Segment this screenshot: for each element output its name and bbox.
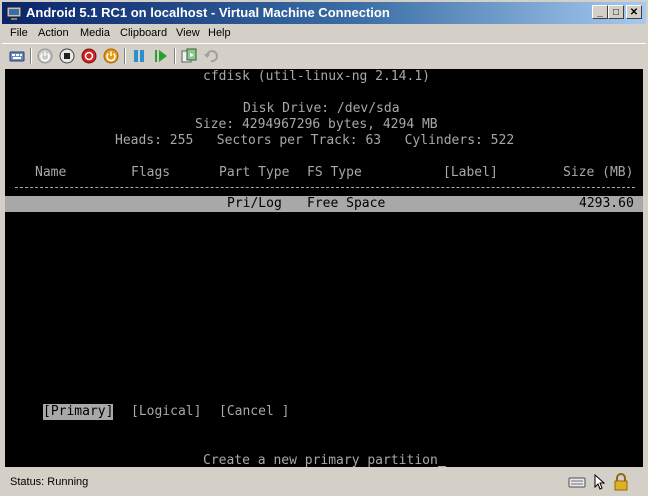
prompt-line: Create a new primary partition (203, 453, 446, 467)
keyboard-icon (568, 477, 586, 488)
column-header-size: Size (MB) (563, 165, 634, 180)
resume-icon (155, 50, 167, 62)
primary-option[interactable]: [Primary] (43, 404, 114, 420)
logical-option[interactable]: [Logical] (131, 404, 201, 420)
row-size: 4293.60 (579, 196, 634, 211)
prompt-text: Create a new primary partition (203, 453, 438, 467)
start-icon (37, 48, 53, 64)
shutdown-icon (81, 48, 97, 64)
start-button[interactable] (36, 47, 54, 65)
reset-icon (103, 48, 119, 64)
shutdown-button[interactable] (80, 47, 98, 65)
column-header-label: [Label] (443, 165, 498, 180)
column-header-part-type: Part Type (219, 165, 290, 180)
cancel-option[interactable]: [Cancel ] (219, 404, 289, 420)
resume-button[interactable] (152, 47, 170, 65)
close-button[interactable]: ✕ (626, 5, 642, 19)
vm-window: Android 5.1 RC1 on localhost - Virtual M… (0, 0, 648, 496)
partition-row[interactable]: Pri/Log Free Space 4293.60 (5, 196, 643, 212)
vm-console-screen[interactable]: cfdisk (util-linux-ng 2.14.1) Disk Drive… (5, 69, 643, 467)
program-title: cfdisk (util-linux-ng 2.14.1) (203, 69, 430, 84)
window-title: Android 5.1 RC1 on localhost - Virtual M… (26, 5, 390, 20)
status-bar: Status: Running (2, 470, 646, 494)
snapshot-button[interactable] (180, 47, 198, 65)
turn-off-icon (59, 48, 75, 64)
revert-icon (204, 50, 218, 63)
row-fs-type: Free Space (307, 196, 386, 211)
menu-bar: File Action Media Clipboard View Help (2, 24, 646, 42)
vm-connection-icon (6, 6, 22, 20)
snapshot-icon (181, 48, 197, 63)
title-bar[interactable]: Android 5.1 RC1 on localhost - Virtual M… (2, 2, 646, 24)
menu-file[interactable]: File (10, 26, 28, 40)
ctrl-alt-del-button[interactable] (8, 47, 26, 65)
menu-help[interactable]: Help (208, 26, 231, 40)
reset-button[interactable] (102, 47, 120, 65)
pause-button[interactable] (130, 47, 148, 65)
row-part-type: Pri/Log (227, 196, 282, 211)
menu-clipboard[interactable]: Clipboard (120, 26, 167, 40)
lock-icon (614, 473, 628, 491)
turn-off-button[interactable] (58, 47, 76, 65)
column-header-fs-type: FS Type (307, 165, 362, 180)
menu-media[interactable]: Media (80, 26, 110, 40)
text-cursor (437, 466, 446, 467)
header-separator (15, 187, 635, 189)
disk-geometry-line: Heads: 255 Sectors per Track: 63 Cylinde… (115, 133, 515, 148)
column-header-name: Name (35, 165, 67, 180)
minimize-button[interactable]: _ (592, 5, 608, 19)
toolbar (2, 43, 646, 68)
menu-action[interactable]: Action (38, 26, 69, 40)
column-header-flags: Flags (131, 165, 171, 180)
status-text: Status: Running (10, 476, 89, 488)
disk-size-line: Size: 4294967296 bytes, 4294 MB (195, 117, 438, 132)
maximize-button[interactable]: □ (608, 5, 624, 19)
revert-button[interactable] (202, 47, 220, 65)
pause-icon (134, 50, 144, 62)
ctrl-alt-del-icon (9, 51, 25, 62)
mouse-icon (594, 473, 606, 490)
disk-drive-line: Disk Drive: /dev/sda (243, 101, 400, 116)
menu-view[interactable]: View (176, 26, 200, 40)
